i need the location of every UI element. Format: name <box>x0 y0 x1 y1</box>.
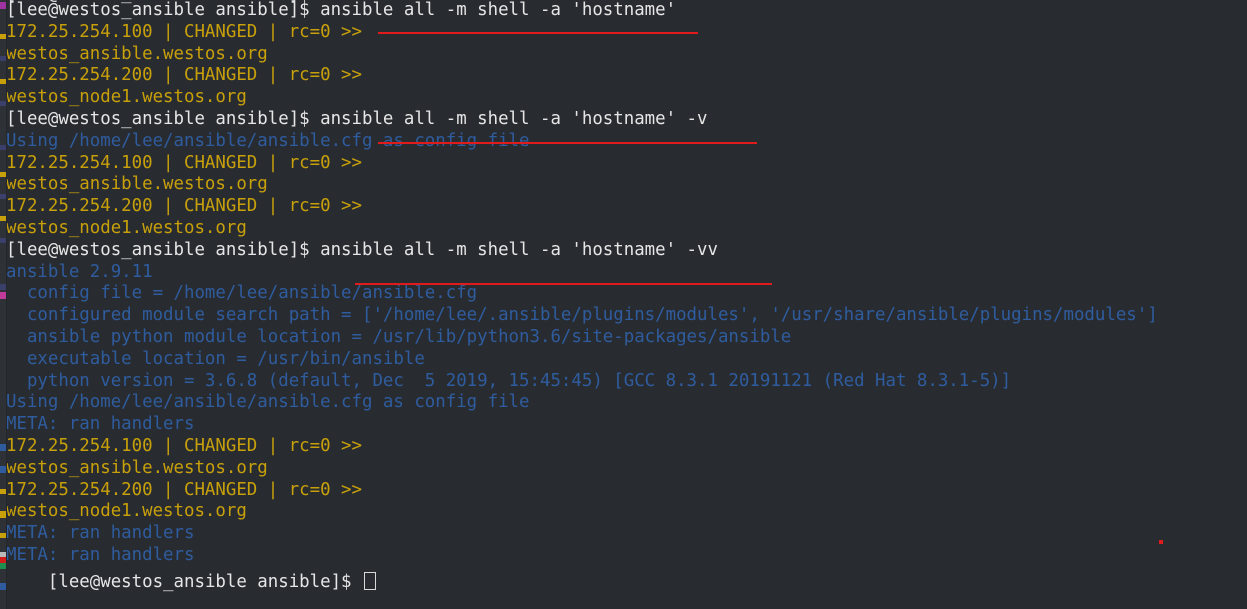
gutter-mark-20 <box>0 583 6 590</box>
terminal-line-info-2: Using /home/lee/ansible/ansible.cfg as c… <box>6 392 530 413</box>
terminal-line-ver-1: ansible 2.9.11 <box>6 261 153 282</box>
terminal-window[interactable]: [lee@westos_ansible ansible]$ ansible al… <box>0 0 1247 609</box>
gutter-mark-6 <box>0 172 6 177</box>
terminal-line-out-12: westos_node1.westos.org <box>6 501 247 522</box>
terminal-line-cmd-1: [lee@westos_ansible ansible]$ ansible al… <box>6 0 677 20</box>
gutter-mark-2 <box>0 56 6 61</box>
gutter-mark-3 <box>0 79 6 84</box>
gutter-mark-13 <box>0 466 6 473</box>
gutter-mark-4 <box>0 101 6 106</box>
terminal-line-cmd-3: [lee@westos_ansible ansible]$ ansible al… <box>6 239 718 260</box>
terminal-line-ver-2: config file = /home/lee/ansible/ansible.… <box>6 283 478 304</box>
terminal-line-ver-5: executable location = /usr/bin/ansible <box>6 348 425 369</box>
terminal-line-out-5: 172.25.254.100 | CHANGED | rc=0 >> <box>6 152 362 173</box>
gutter-mark-7 <box>0 194 6 199</box>
gutter-mark-10 <box>0 284 6 290</box>
bottom-prompt-text: [lee@westos_ansible ansible]$ <box>47 572 362 593</box>
underline-cmd-2 <box>378 142 757 144</box>
terminal-line-out-7: 172.25.254.200 | CHANGED | rc=0 >> <box>6 196 362 217</box>
terminal-line-out-3: 172.25.254.200 | CHANGED | rc=0 >> <box>6 65 362 86</box>
terminal-line-cmd-2: [lee@westos_ansible ansible]$ ansible al… <box>6 108 708 129</box>
gutter-mark-15 <box>0 511 6 518</box>
terminal-line-meta-2: META: ran handlers <box>6 523 195 544</box>
gutter-mark-16 <box>0 533 6 538</box>
terminal-line-ver-3: configured module search path = ['/home/… <box>6 305 1158 326</box>
clipped-bottom-prompt: [lee@westos_ansible ansible]$ <box>6 551 376 609</box>
terminal-line-out-11: 172.25.254.200 | CHANGED | rc=0 >> <box>6 479 362 500</box>
terminal-minimap-gutter[interactable] <box>0 0 7 609</box>
text-cursor <box>364 572 376 591</box>
terminal-line-ver-4: ansible python module location = /usr/li… <box>6 326 792 347</box>
terminal-line-out-6: westos_ansible.westos.org <box>6 174 268 195</box>
gutter-mark-12 <box>0 444 6 451</box>
gutter-mark-19 <box>0 557 6 563</box>
terminal-line-ver-6: python version = 3.6.8 (default, Dec 5 2… <box>6 370 1012 391</box>
gutter-mark-0 <box>0 2 6 9</box>
gutter-mark-5 <box>0 145 6 150</box>
underline-cmd-3 <box>355 283 772 285</box>
terminal-line-out-9: 172.25.254.100 | CHANGED | rc=0 >> <box>6 435 362 456</box>
terminal-line-out-4: westos_node1.westos.org <box>6 87 247 108</box>
red-dot-marker <box>1159 540 1163 544</box>
terminal-line-meta-1: META: ran handlers <box>6 414 195 435</box>
gutter-mark-11 <box>0 292 6 299</box>
gutter-mark-14 <box>0 489 6 494</box>
gutter-mark-8 <box>0 216 6 221</box>
gutter-mark-1 <box>0 34 6 39</box>
terminal-screen[interactable]: [lee@westos_ansible ansible]$ ansible al… <box>6 0 1247 609</box>
terminal-line-out-2: westos_ansible.westos.org <box>6 43 268 64</box>
terminal-line-out-10: westos_ansible.westos.org <box>6 457 268 478</box>
terminal-line-out-8: westos_node1.westos.org <box>6 217 247 238</box>
underline-cmd-1 <box>378 32 698 34</box>
gutter-mark-9 <box>0 238 6 243</box>
